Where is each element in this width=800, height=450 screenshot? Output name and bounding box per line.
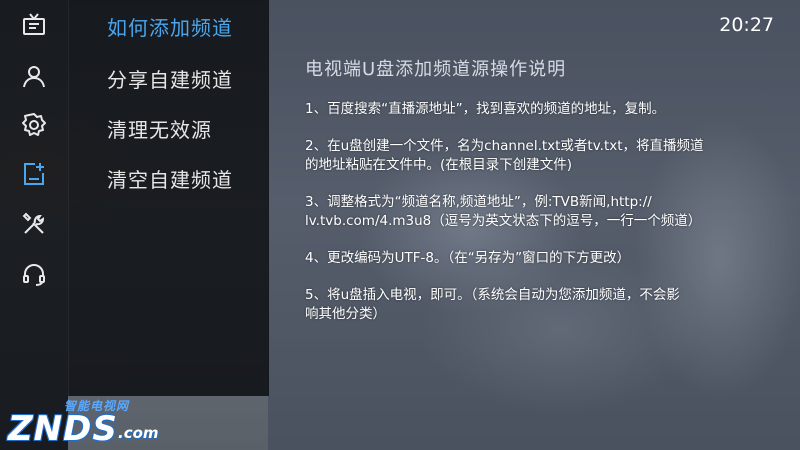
instruction-list: 1、百度搜索“直播源地址”，找到喜欢的频道的地址，复制。 2、在u盘创建一个文件… [305, 100, 765, 342]
instruction-step: 3、调整格式为“频道名称,频道地址”，例:TVB新闻,http:// lv.tv… [305, 193, 765, 231]
instruction-step: 4、更改编码为UTF-8。（在“另存为”窗口的下方更改） [305, 249, 765, 268]
step-text: 响其他分类） [305, 306, 386, 322]
menu-item-share[interactable]: 分享自建频道 [107, 64, 233, 93]
page-title: 电视端U盘添加频道源操作说明 [305, 59, 567, 80]
add-channel-icon[interactable] [20, 160, 48, 188]
watermark-domain: .com [118, 424, 159, 442]
step-text: 的地址粘贴在文件中。(在根目录下创建文件) [305, 157, 573, 173]
watermark-brand: ZNDS [8, 409, 118, 449]
settings-icon[interactable] [20, 111, 48, 139]
step-text: 4、更改编码为UTF-8。（在“另存为”窗口的下方更改） [305, 250, 631, 266]
menu-item-clean-invalid[interactable]: 清理无效源 [107, 114, 212, 143]
instruction-step: 5、将u盘插入电视，即可。（系统会自动为您添加频道，不会影 响其他分类） [305, 286, 765, 324]
menu-item-how-to-add[interactable]: 如何添加频道 [107, 12, 233, 41]
user-icon[interactable] [20, 62, 48, 90]
instruction-step: 2、在u盘创建一个文件，名为channel.txt或者tv.txt，将直播频道 … [305, 137, 765, 175]
headset-icon[interactable] [20, 260, 48, 288]
menu-item-clear-custom[interactable]: 清空自建频道 [107, 164, 233, 193]
tv-icon[interactable] [20, 11, 48, 39]
icon-rail [0, 0, 68, 450]
watermark-logo: 智能电视网 ZNDS .com [0, 392, 200, 450]
step-text: 3、调整格式为“频道名称,频道地址”，例:TVB新闻,http:// [305, 194, 652, 210]
menu-panel: 如何添加频道 分享自建频道 清理无效源 清空自建频道 [68, 0, 269, 396]
clock: 20:27 [719, 14, 774, 36]
instruction-step: 1、百度搜索“直播源地址”，找到喜欢的频道的地址，复制。 [305, 100, 765, 119]
step-text: 5、将u盘插入电视，即可。（系统会自动为您添加频道，不会影 [305, 287, 680, 303]
step-text: 1、百度搜索“直播源地址”，找到喜欢的频道的地址，复制。 [305, 101, 666, 117]
tools-icon[interactable] [20, 210, 48, 238]
step-text: 2、在u盘创建一个文件，名为channel.txt或者tv.txt，将直播频道 [305, 138, 704, 154]
step-text: lv.tvb.com/4.m3u8（逗号为英文状态下的逗号，一行一个频道） [305, 213, 702, 229]
